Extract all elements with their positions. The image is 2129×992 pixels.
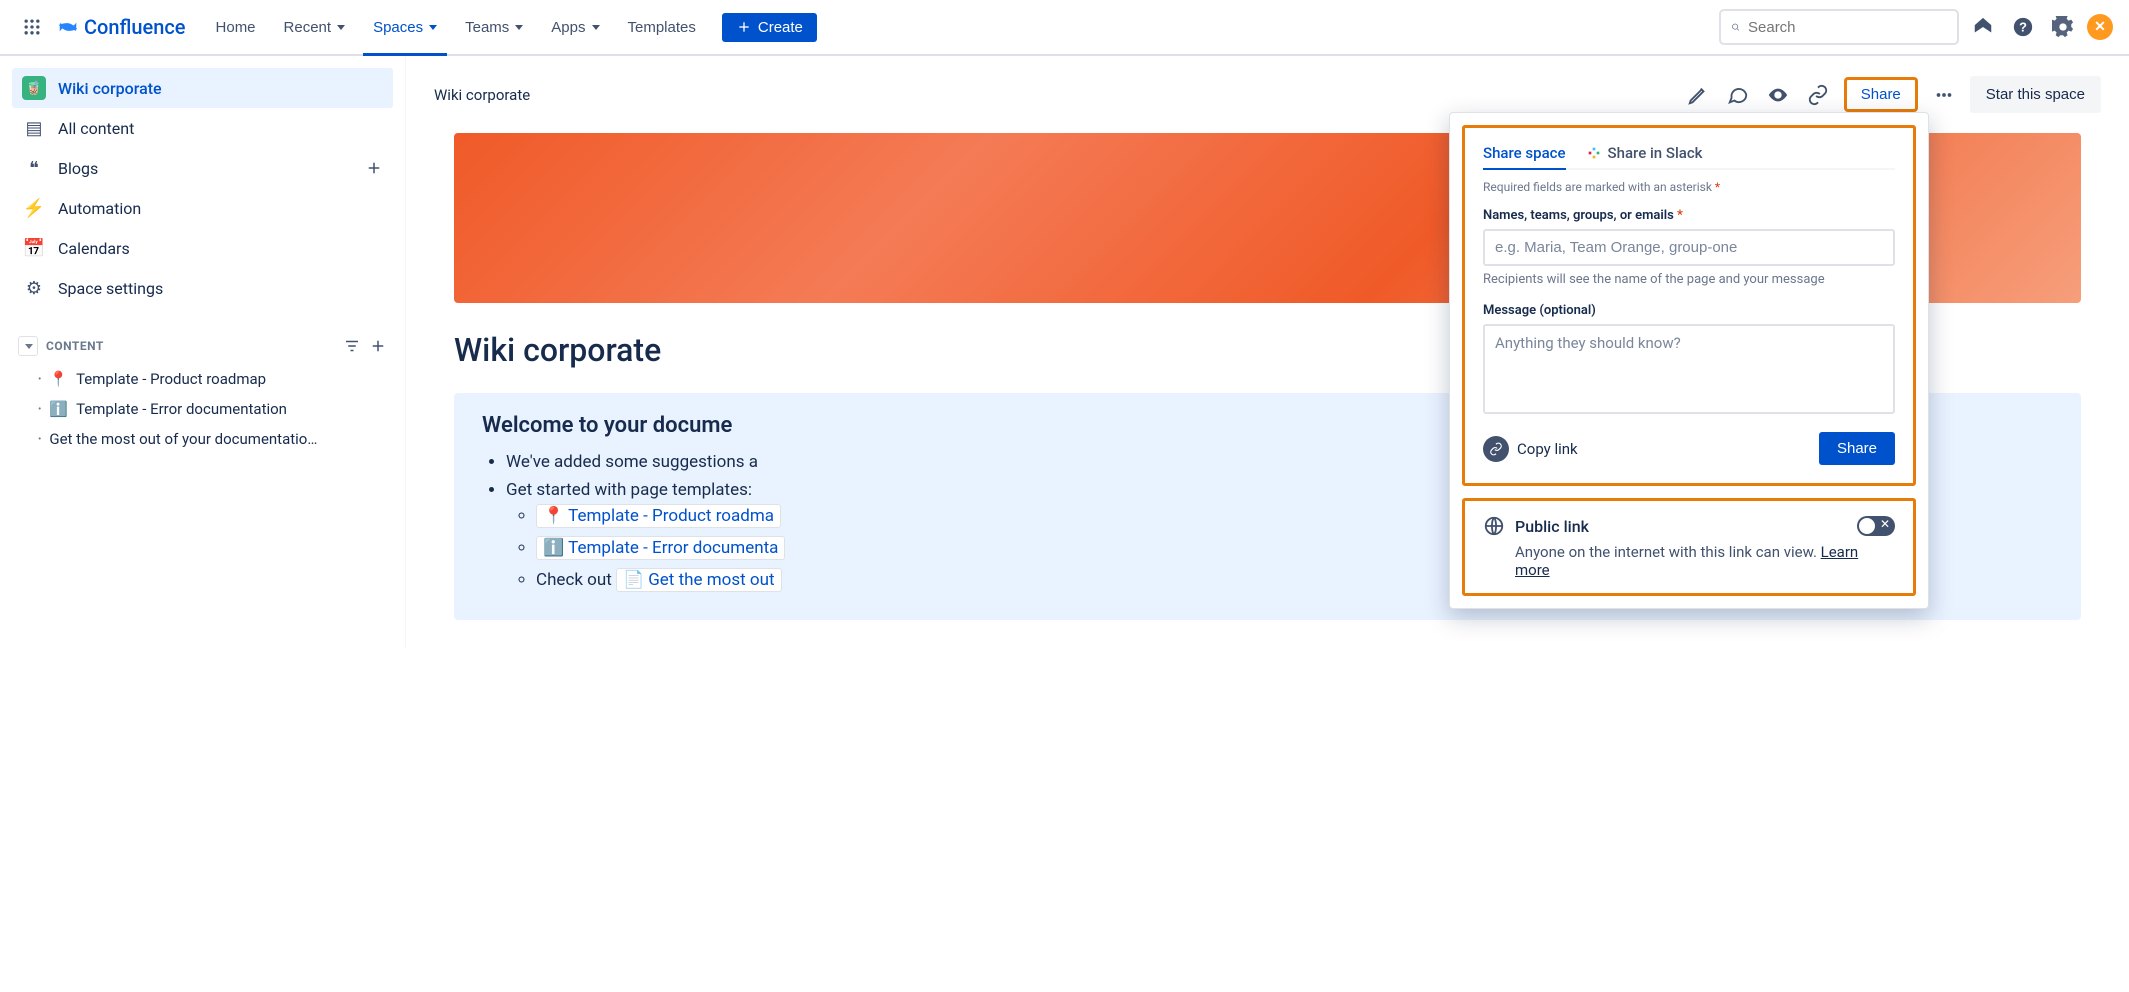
share-form-highlight: Share space Share in Slack Required fiel… [1462, 125, 1916, 486]
filter-icon[interactable] [343, 337, 361, 355]
template-link[interactable]: ℹ️ Template - Error documenta [536, 536, 785, 560]
sidebar-item-space-settings[interactable]: ⚙Space settings [12, 268, 393, 308]
globe-icon [1483, 515, 1505, 537]
chevron-down-icon [337, 25, 345, 30]
search-icon [1731, 18, 1740, 36]
search-input[interactable] [1748, 19, 1947, 36]
notifications-icon[interactable] [1967, 11, 1999, 43]
chevron-down-icon [592, 25, 600, 30]
nav-apps[interactable]: Apps [541, 13, 609, 42]
user-avatar[interactable]: ✕ [2087, 14, 2113, 40]
app-switcher-icon[interactable] [16, 11, 48, 43]
required-note: Required fields are marked with an aster… [1483, 180, 1895, 194]
names-help: Recipients will see the name of the page… [1483, 272, 1895, 287]
tab-share-space[interactable]: Share space [1483, 138, 1566, 170]
chevron-down-icon[interactable] [18, 336, 38, 356]
more-actions-icon[interactable] [1930, 81, 1958, 109]
nav-home[interactable]: Home [206, 13, 266, 42]
nav-teams[interactable]: Teams [455, 13, 533, 42]
public-link-title: Public link [1515, 517, 1589, 536]
public-link-desc: Anyone on the internet with this link ca… [1515, 543, 1895, 579]
edit-icon[interactable] [1684, 81, 1712, 109]
nav-spaces[interactable]: Spaces [363, 13, 447, 42]
template-link[interactable]: 📄 Get the most out [616, 568, 782, 592]
calendar-icon: 📅 [22, 236, 46, 260]
sidebar-item-calendars[interactable]: 📅Calendars [12, 228, 393, 268]
share-submit-button[interactable]: Share [1819, 432, 1895, 465]
watch-icon[interactable] [1764, 81, 1792, 109]
names-label: Names, teams, groups, or emails * [1483, 208, 1895, 223]
bolt-icon: ⚡ [22, 196, 46, 220]
settings-icon[interactable] [2047, 11, 2079, 43]
sidebar: 🧋 Wiki corporate ▤All content ❝Blogs ⚡Au… [0, 56, 406, 648]
nav-recent[interactable]: Recent [274, 13, 356, 42]
product-name: Confluence [84, 15, 186, 39]
create-button[interactable]: Create [722, 13, 817, 42]
message-input[interactable] [1483, 324, 1895, 414]
gear-icon: ⚙ [22, 276, 46, 300]
sidebar-item-automation[interactable]: ⚡Automation [12, 188, 393, 228]
confluence-logo[interactable]: Confluence [56, 15, 186, 39]
tree-item[interactable]: •ℹ️Template - Error documentation [12, 394, 393, 424]
comment-icon[interactable] [1724, 81, 1752, 109]
sidebar-space-name[interactable]: 🧋 Wiki corporate [12, 68, 393, 108]
names-input[interactable] [1483, 229, 1895, 266]
sidebar-item-all-content[interactable]: ▤All content [12, 108, 393, 148]
quote-icon: ❝ [22, 156, 46, 180]
help-icon[interactable]: ? [2007, 11, 2039, 43]
public-link-highlight: Public link ✕ Anyone on the internet wit… [1462, 498, 1916, 596]
plus-icon[interactable] [365, 159, 383, 177]
slack-icon [1586, 145, 1602, 161]
plus-icon[interactable] [369, 337, 387, 355]
search-input-container[interactable] [1719, 9, 1959, 45]
plus-icon [736, 19, 752, 35]
sidebar-item-blogs[interactable]: ❝Blogs [12, 148, 393, 188]
star-space-button[interactable]: Star this space [1970, 76, 2101, 113]
breadcrumb: Wiki corporate [434, 86, 530, 104]
tree-item[interactable]: •📍Template - Product roadmap [12, 364, 393, 394]
message-label: Message (optional) [1483, 303, 1895, 318]
tree-item[interactable]: •Get the most out of your documentatio… [12, 424, 393, 454]
link-icon [1483, 436, 1509, 462]
space-avatar-icon: 🧋 [22, 76, 46, 100]
chevron-down-icon [515, 25, 523, 30]
template-link[interactable]: 📍 Template - Product roadma [536, 504, 781, 528]
share-popover: Share space Share in Slack Required fiel… [1449, 112, 1929, 609]
sidebar-section-content: CONTENT [12, 328, 393, 364]
top-navigation: Confluence Home Recent Spaces Teams Apps… [0, 0, 2129, 56]
chevron-down-icon [429, 25, 437, 30]
grid-icon: ▤ [22, 116, 46, 140]
tab-share-slack[interactable]: Share in Slack [1586, 138, 1703, 170]
share-button[interactable]: Share [1844, 77, 1918, 112]
svg-text:?: ? [2019, 20, 2027, 35]
copy-link-button[interactable]: Copy link [1483, 436, 1578, 462]
public-link-toggle[interactable]: ✕ [1857, 516, 1895, 536]
link-icon[interactable] [1804, 81, 1832, 109]
page-content: Wiki corporate Share Star this space Wik… [406, 56, 2129, 648]
nav-templates[interactable]: Templates [618, 13, 706, 42]
